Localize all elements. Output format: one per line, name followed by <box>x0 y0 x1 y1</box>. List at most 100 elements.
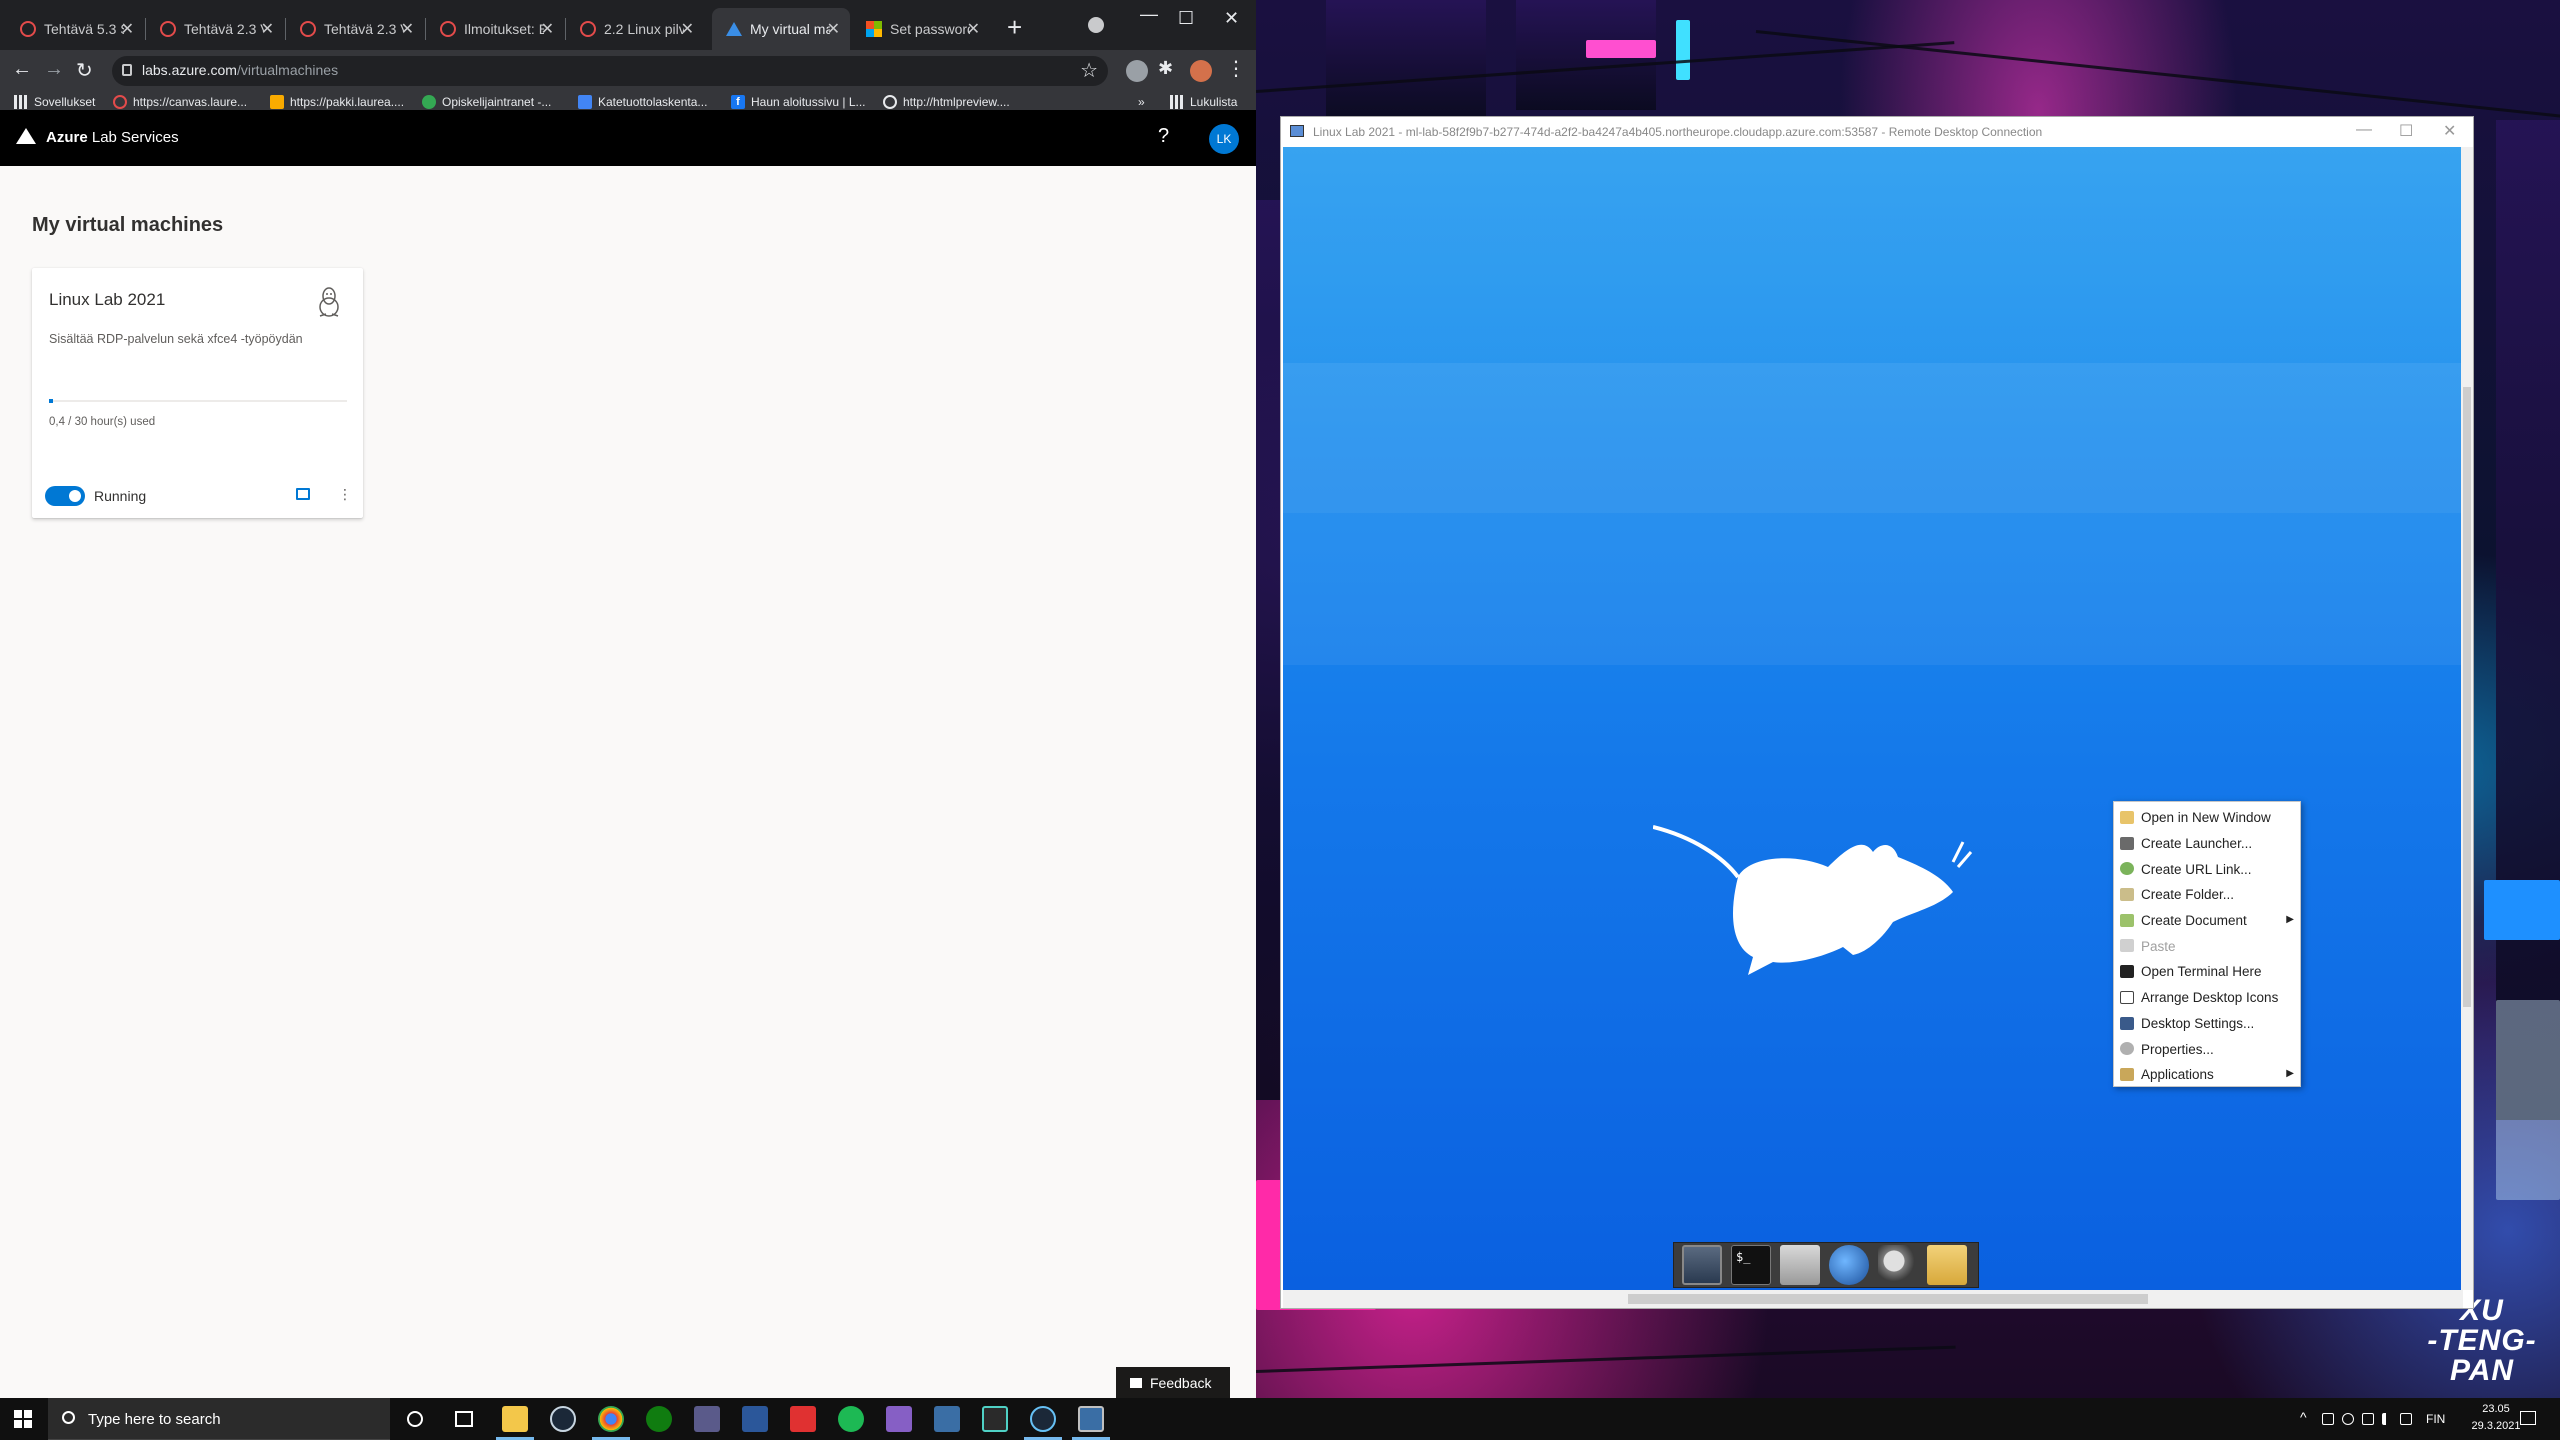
rdp-titlebar[interactable]: Linux Lab 2021 - ml-lab-58f2f9b7-b277-47… <box>1281 117 2473 147</box>
maximize-icon[interactable]: ☐ <box>2399 121 2413 141</box>
menu-item-create-url-link[interactable]: Create URL Link... <box>2114 856 2300 882</box>
app-finder-icon[interactable] <box>1878 1245 1918 1285</box>
task-view-icon[interactable] <box>455 1411 473 1427</box>
puzzle-icon[interactable]: ✱ <box>1158 58 1180 80</box>
close-icon[interactable]: ✕ <box>261 19 274 39</box>
reload-icon[interactable]: ↻ <box>76 58 93 83</box>
close-icon[interactable]: ✕ <box>2443 121 2456 141</box>
bookmarks-overflow[interactable]: » <box>1138 92 1145 112</box>
horizontal-scrollbar[interactable] <box>1283 1290 2463 1308</box>
menu-item-create-launcher[interactable]: Create Launcher... <box>2114 831 2300 857</box>
address-bar[interactable]: labs.azure.com/virtualmachines ☆ <box>112 56 1108 86</box>
chrome-icon[interactable] <box>598 1406 624 1432</box>
tray-misc-icon[interactable] <box>2400 1413 2412 1425</box>
tray-app-icon[interactable] <box>2322 1413 2334 1425</box>
cloud-icon[interactable] <box>2342 1413 2354 1425</box>
back-icon[interactable]: ← <box>12 58 32 81</box>
file-manager-icon[interactable] <box>1927 1245 1967 1285</box>
bookmark-canvas[interactable]: https://canvas.laure... <box>113 92 247 112</box>
forward-icon[interactable]: → <box>44 58 64 81</box>
vertical-scrollbar[interactable] <box>2461 147 2473 1290</box>
file-explorer-icon[interactable] <box>502 1406 528 1432</box>
menu-item-create-document[interactable]: Create Document ▶ <box>2114 908 2300 934</box>
menu-item-applications[interactable]: Applications ▶ <box>2114 1062 2300 1088</box>
steam-icon[interactable] <box>550 1406 576 1432</box>
menu-item-arrange-icons[interactable]: Arrange Desktop Icons <box>2114 985 2300 1011</box>
bookmark-htmlpreview[interactable]: http://htmlpreview.... <box>883 92 1010 112</box>
profile-avatar[interactable] <box>1190 60 1212 82</box>
start-icon[interactable] <box>14 1410 32 1428</box>
feedback-button[interactable]: Feedback <box>1116 1367 1230 1398</box>
bookmark-katetuottolaskenta[interactable]: Katetuottolaskenta... <box>578 92 707 112</box>
azure-brand[interactable]: Azure Lab Services <box>46 129 179 146</box>
bookmark-haun-aloitussivu[interactable]: f Haun aloitussivu | L... <box>731 92 866 112</box>
close-window-icon[interactable]: ✕ <box>1224 8 1239 29</box>
vm-power-toggle[interactable] <box>45 486 85 506</box>
tab-ilmoitukset[interactable]: Ilmoitukset: Ei ✕ <box>426 8 564 50</box>
scrollbar-thumb[interactable] <box>1628 1294 2148 1304</box>
maximize-icon[interactable]: ☐ <box>1178 8 1194 29</box>
tab-linux-pilvi[interactable]: 2.2 Linux pilvi ✕ <box>566 8 704 50</box>
tab-tehtava-2-3-b[interactable]: Tehtävä 2.3 Vä ✕ <box>286 8 424 50</box>
word-icon[interactable] <box>742 1406 768 1432</box>
menu-item-open-new-window[interactable]: Open in New Window <box>2114 805 2300 831</box>
menu-item-open-terminal[interactable]: Open Terminal Here <box>2114 959 2300 985</box>
close-icon[interactable]: ✕ <box>541 19 554 39</box>
tab-my-virtual-machines[interactable]: My virtual mac ✕ <box>712 8 850 50</box>
extension-icon[interactable] <box>1126 60 1148 82</box>
calculator2-icon[interactable] <box>934 1406 960 1432</box>
cortana-icon[interactable] <box>407 1411 423 1427</box>
language-indicator[interactable]: FIN <box>2426 1412 2445 1426</box>
xbox-icon[interactable] <box>646 1406 672 1432</box>
volume-icon[interactable] <box>2382 1413 2394 1425</box>
xfce-desktop[interactable]: Open in New Window Create Launcher... Cr… <box>1283 147 2462 1290</box>
scrollbar-thumb[interactable] <box>2463 387 2471 1007</box>
taskbar-search-box[interactable]: Type here to search <box>48 1398 390 1440</box>
home-folder-icon[interactable] <box>1780 1245 1820 1285</box>
avatar[interactable]: LK <box>1209 124 1239 154</box>
clock-time[interactable]: 23.05 <box>2466 1403 2526 1415</box>
more-options-icon[interactable]: ⋮ <box>338 486 352 503</box>
bookmark-star-icon[interactable]: ☆ <box>1080 58 1098 83</box>
calculator-icon[interactable] <box>694 1406 720 1432</box>
tab-tehtava-5-3[interactable]: Tehtävä 5.3 Sa ✕ <box>6 8 144 50</box>
menu-item-desktop-settings[interactable]: Desktop Settings... <box>2114 1011 2300 1037</box>
remote-desktop-icon[interactable] <box>1078 1406 1104 1432</box>
spotify-icon[interactable] <box>838 1406 864 1432</box>
connect-monitor-icon[interactable] <box>296 488 310 500</box>
network-icon[interactable] <box>2362 1413 2374 1425</box>
cursor-app-icon[interactable] <box>982 1406 1008 1432</box>
tab-search-icon[interactable] <box>1088 17 1104 33</box>
close-icon[interactable]: ✕ <box>681 19 694 39</box>
bookmark-opiskelijaintranet[interactable]: Opiskelijaintranet -... <box>422 92 551 112</box>
visual-studio-icon[interactable] <box>886 1406 912 1432</box>
notifications-icon[interactable] <box>2520 1411 2536 1425</box>
steam2-icon[interactable] <box>1030 1406 1056 1432</box>
applications-icon <box>2120 1067 2134 1081</box>
chevron-up-icon[interactable]: ^ <box>2300 1409 2307 1425</box>
tab-tehtava-2-3-a[interactable]: Tehtävä 2.3 Vä ✕ <box>146 8 284 50</box>
new-tab-button[interactable]: + <box>1007 12 1022 43</box>
tab-set-password[interactable]: Set password ✕ <box>852 8 990 50</box>
minimize-icon[interactable]: — <box>2356 121 2372 139</box>
bookmark-sovellukset[interactable]: Sovellukset <box>14 92 95 112</box>
terminal-icon[interactable]: $_ <box>1731 1245 1771 1285</box>
clock-date[interactable]: 29.3.2021 <box>2466 1420 2526 1432</box>
bookmark-label: https://canvas.laure... <box>133 95 248 109</box>
help-icon[interactable]: ? <box>1158 125 1169 148</box>
flash-icon[interactable] <box>790 1406 816 1432</box>
menu-icon[interactable]: ⋮ <box>1226 56 1246 81</box>
menu-item-create-folder[interactable]: Create Folder... <box>2114 882 2300 908</box>
usage-progress-fill <box>49 399 53 403</box>
menu-item-properties[interactable]: Properties... <box>2114 1036 2300 1062</box>
close-icon[interactable]: ✕ <box>827 19 840 39</box>
show-desktop-icon[interactable] <box>1682 1245 1722 1285</box>
close-icon[interactable]: ✕ <box>967 19 980 39</box>
minimize-icon[interactable]: — <box>1140 4 1158 25</box>
bookmark-pakki[interactable]: https://pakki.laurea.... <box>270 92 404 112</box>
toggle-knob <box>69 490 81 502</box>
close-icon[interactable]: ✕ <box>121 19 134 39</box>
web-browser-icon[interactable] <box>1829 1245 1869 1285</box>
close-icon[interactable]: ✕ <box>401 19 414 39</box>
reading-list[interactable]: Lukulista <box>1170 92 1237 112</box>
